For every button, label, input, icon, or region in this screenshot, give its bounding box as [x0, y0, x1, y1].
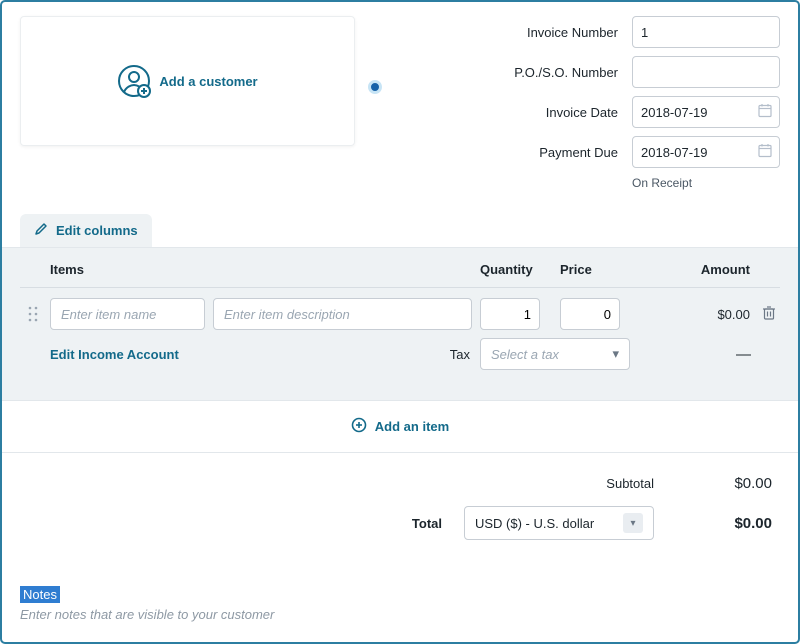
line-item-subrow: Edit Income Account Tax Select a tax ▾ — [20, 336, 780, 382]
quantity-input[interactable] [480, 298, 540, 330]
tax-select[interactable]: Select a tax ▾ [480, 338, 630, 370]
item-name-input[interactable] [50, 298, 205, 330]
subtotal-value: $0.00 [672, 475, 772, 492]
edit-columns-label: Edit columns [56, 223, 138, 238]
totals-section: Subtotal $0.00 Total USD ($) - U.S. doll… [20, 453, 780, 540]
on-receipt-text: On Receipt [632, 176, 780, 190]
edit-income-account-link[interactable]: Edit Income Account [24, 347, 450, 362]
invoice-number-input[interactable] [632, 16, 780, 48]
currency-value: USD ($) - U.S. dollar [475, 516, 594, 531]
currency-select[interactable]: USD ($) - U.S. dollar ▾ [464, 506, 654, 540]
line-item-row: $0.00 [20, 288, 780, 336]
add-customer-button[interactable]: Add a customer [20, 16, 355, 146]
invoice-date-input[interactable] [632, 96, 780, 128]
total-value: $0.00 [672, 515, 772, 532]
header-price: Price [560, 262, 630, 277]
chevron-down-icon: ▾ [623, 513, 643, 533]
plus-circle-icon [351, 417, 367, 436]
notes-heading: Notes [20, 586, 60, 603]
drag-handle-icon[interactable] [24, 306, 42, 322]
header-row: Add a customer Invoice Number P.O./S.O. … [20, 16, 780, 190]
line-amount: $0.00 [630, 307, 750, 322]
notes-input[interactable]: Enter notes that are visible to your cus… [20, 607, 780, 622]
subtotal-label: Subtotal [374, 476, 654, 491]
line-items-panel: Items Quantity Price Amount $0.00 Edit I… [2, 247, 798, 401]
invoice-form: Add a customer Invoice Number P.O./S.O. … [0, 0, 800, 644]
invoice-date-label: Invoice Date [546, 105, 618, 120]
tax-label: Tax [450, 347, 470, 362]
pencil-icon [34, 222, 48, 239]
tax-amount-empty: — [736, 346, 750, 363]
chevron-down-icon: ▾ [612, 346, 619, 362]
selection-indicator [368, 80, 382, 94]
add-customer-label: Add a customer [159, 74, 257, 89]
invoice-number-label: Invoice Number [527, 25, 618, 40]
header-items: Items [42, 262, 480, 277]
header-amount: Amount [630, 262, 750, 277]
delete-line-button[interactable] [750, 305, 776, 324]
payment-due-input[interactable] [632, 136, 780, 168]
poso-label: P.O./S.O. Number [514, 65, 618, 80]
add-item-label: Add an item [375, 419, 449, 434]
payment-due-label: Payment Due [539, 145, 618, 160]
add-person-icon [117, 64, 151, 98]
header-quantity: Quantity [480, 262, 550, 277]
notes-section: Notes Enter notes that are visible to yo… [20, 586, 780, 622]
item-description-input[interactable] [213, 298, 472, 330]
add-item-row: Add an item [2, 401, 798, 453]
invoice-meta: Invoice Number P.O./S.O. Number Invoice … [514, 16, 780, 190]
add-item-button[interactable]: Add an item [351, 417, 449, 436]
edit-columns-button[interactable]: Edit columns [20, 214, 152, 247]
poso-input[interactable] [632, 56, 780, 88]
total-label: Total [412, 516, 442, 531]
tax-placeholder: Select a tax [491, 347, 559, 362]
price-input[interactable] [560, 298, 620, 330]
line-items-header: Items Quantity Price Amount [20, 248, 780, 288]
